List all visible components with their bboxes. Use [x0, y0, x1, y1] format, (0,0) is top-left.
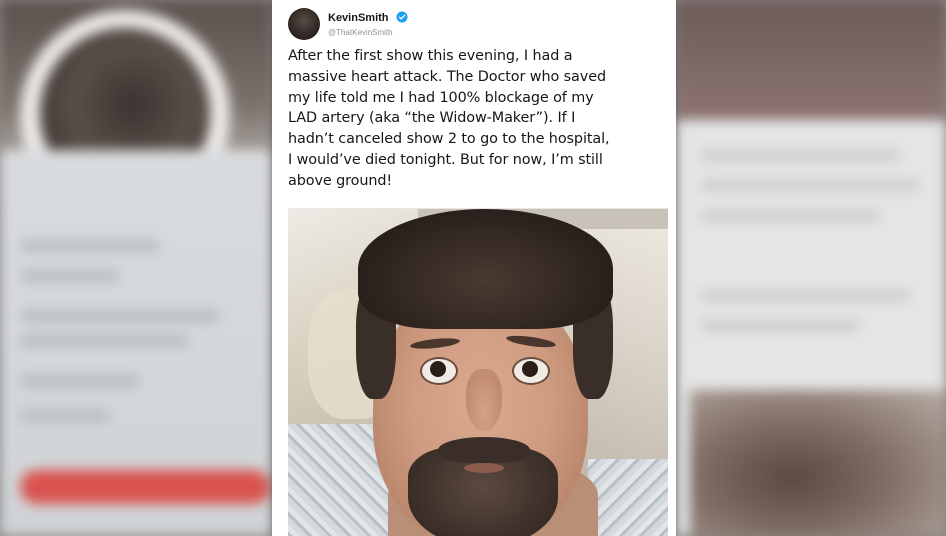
- bg-follow-button: [20, 470, 270, 504]
- mustache: [438, 437, 530, 463]
- hospital-gown: [588, 459, 668, 536]
- hair: [358, 209, 613, 329]
- pupil: [430, 361, 446, 377]
- tweet-text-line: After the first show this evening, I had…: [288, 48, 573, 64]
- author-handle[interactable]: @ThatKevinSmith: [328, 28, 393, 37]
- tweet-text-line: above ground!: [288, 172, 393, 189]
- verified-badge-icon: [396, 11, 408, 23]
- tweet-text: After the first show this evening, I had…: [288, 46, 672, 192]
- mouth: [464, 463, 504, 473]
- tweet-text-line: LAD artery (aka “the Widow-Maker”). If I: [288, 110, 576, 127]
- pupil: [522, 361, 538, 377]
- tweet-text-line: massive heart attack. The Doctor who sav…: [288, 68, 606, 85]
- author-name[interactable]: KevinSmith: [328, 12, 389, 24]
- nose: [466, 369, 502, 431]
- tweet-photo[interactable]: [288, 208, 668, 536]
- bg-right-photo: [690, 390, 946, 536]
- bg-banner-right: [676, 0, 946, 120]
- tweet-text-line: hadn’t canceled show 2 to go to the hosp…: [288, 131, 610, 148]
- tweet-text-line: I would’ve died tonight. But for now, I’…: [288, 151, 603, 168]
- tweet-text-line: my life told me I had 100% blockage of m…: [288, 89, 594, 106]
- tweet-card: KevinSmith @ThatKevinSmith After the fir…: [272, 0, 676, 536]
- author-avatar[interactable]: [288, 8, 320, 40]
